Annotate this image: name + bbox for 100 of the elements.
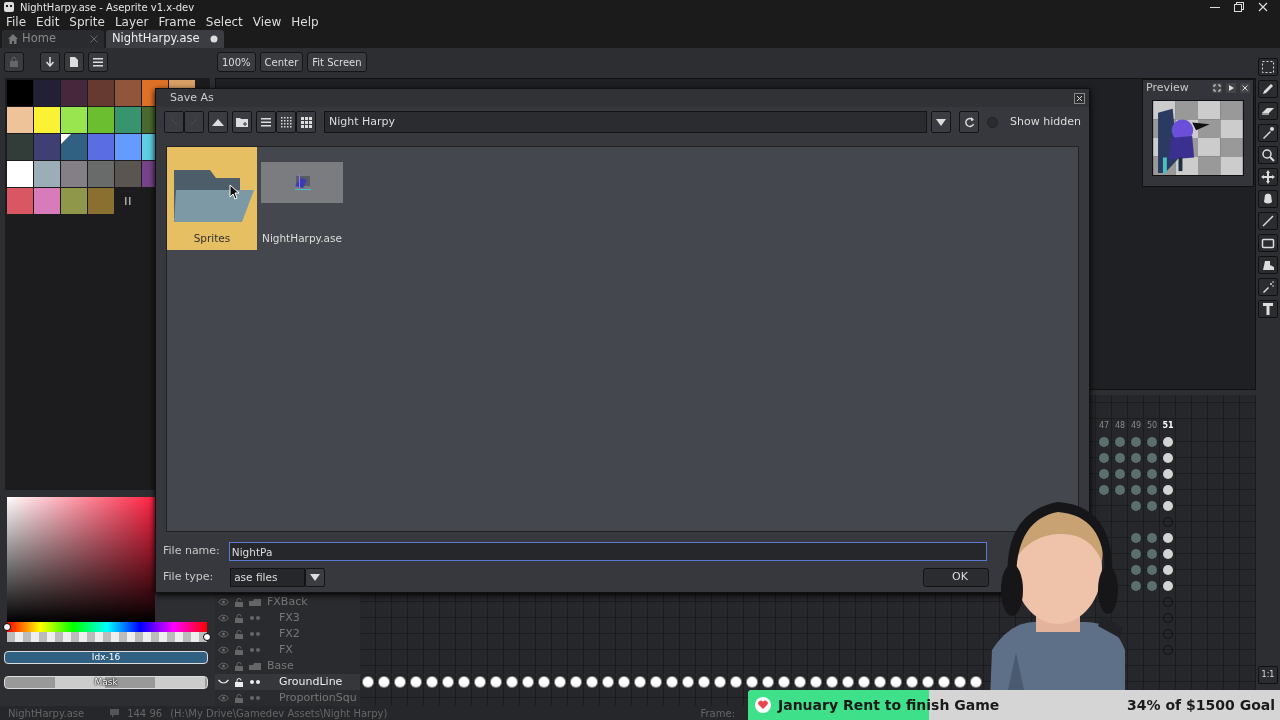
keyframe-dot[interactable] [1163,485,1173,495]
tool-button[interactable] [1258,300,1278,318]
tool-button[interactable] [1258,80,1278,98]
link-dots-icon[interactable] [250,696,260,700]
keyframe-dot[interactable] [1099,485,1109,495]
fullscreen-icon[interactable] [1212,83,1222,93]
tool-button[interactable] [1258,278,1278,296]
zoom-button[interactable]: Center [259,52,304,72]
keyframe-dot[interactable] [683,677,693,687]
lock-icon[interactable] [235,677,243,687]
link-dots-icon[interactable] [250,632,260,636]
keyframe-dot[interactable] [1099,469,1109,479]
maximize-icon[interactable] [1234,2,1244,12]
link-dots-icon[interactable] [250,680,260,684]
keyframe-dot[interactable] [1163,437,1173,447]
color-field[interactable] [7,497,155,622]
file-name-field[interactable]: NightPa [228,542,987,561]
zoom-button[interactable]: Fit Screen [307,52,367,72]
palette-swatch[interactable] [115,161,141,187]
palette-swatch[interactable] [7,107,33,133]
play-icon[interactable] [1226,83,1236,93]
palette-swatch[interactable] [61,107,87,133]
keyframe-dot[interactable] [459,677,469,687]
palette-swatch[interactable] [7,188,33,214]
tool-button[interactable] [1258,58,1278,76]
sprite-entry[interactable]: NightHarpy.ase [257,147,347,250]
keyframe-dot[interactable] [427,677,437,687]
keyframe-dot[interactable] [1131,469,1141,479]
keyframe-dot[interactable] [523,677,533,687]
palette-swatch[interactable] [34,161,60,187]
keyframe-dot[interactable] [507,677,517,687]
menu-item[interactable]: Help [286,14,324,30]
menu-item[interactable]: Frame [153,14,201,30]
keyframe-dot[interactable] [747,677,757,687]
keyframe-dot[interactable] [1147,501,1157,511]
palette-swatch[interactable] [88,107,114,133]
keyframe-dot[interactable] [411,677,421,687]
dropdown-button[interactable] [931,111,952,133]
palette-swatch[interactable] [169,80,195,88]
menu-item[interactable]: Sprite [64,14,110,30]
palette-swatch[interactable] [88,161,114,187]
keyframe-dot[interactable] [859,677,869,687]
keyframe-dot[interactable] [1163,533,1173,543]
keyframe-dot[interactable] [731,677,741,687]
dropdown-button[interactable] [305,568,326,587]
keyframe-dot[interactable] [491,677,501,687]
link-dots-icon[interactable] [250,648,260,652]
keyframe-dot[interactable] [811,677,821,687]
ok-button[interactable]: OK [923,568,989,587]
palette-swatch[interactable] [34,134,60,160]
keyframe-dot[interactable] [571,677,581,687]
keyframe-dot[interactable] [843,677,853,687]
keyframe-dot[interactable] [603,677,613,687]
file-type-dropdown[interactable]: ase files [230,568,306,587]
tool-button[interactable] [1258,190,1278,208]
palette-swatch[interactable] [34,188,60,214]
keyframe-dot[interactable] [475,677,485,687]
palette-swatch[interactable] [88,80,114,106]
palette-swatch[interactable] [34,107,60,133]
slider-thumb[interactable] [3,623,11,631]
slider-thumb[interactable] [203,633,211,641]
folder-entry[interactable]: Sprites [167,147,257,250]
location-dropdown[interactable]: Night Harpy [324,111,928,133]
keyframe-dot[interactable] [1131,565,1141,575]
keyframe-dot[interactable] [1115,453,1125,463]
keyframe-dot[interactable] [971,677,981,687]
frame-number[interactable]: 51 [1160,420,1176,432]
keyframe-dot[interactable] [1147,453,1157,463]
keyframe-dot[interactable] [923,677,933,687]
close-icon[interactable] [1074,92,1085,104]
keyframe-dot[interactable] [1163,501,1173,511]
keyframe-dot[interactable] [443,677,453,687]
keyframe-dot[interactable] [1131,453,1141,463]
keyframe-dot[interactable] [1163,549,1173,559]
keyframe-dot[interactable] [939,677,949,687]
keyframe-dot[interactable] [1115,485,1125,495]
menu-item[interactable]: Layer [109,14,154,30]
menu-item[interactable]: File [1,14,32,30]
zoom-reset-button[interactable]: 1:1 [1258,666,1278,684]
tab[interactable]: Home [2,30,104,48]
large-icons-button[interactable] [296,111,316,133]
link-dots-icon[interactable] [250,616,260,620]
list-view-button[interactable] [256,111,276,133]
keyframe-dot[interactable] [1115,469,1125,479]
small-icons-button[interactable] [276,111,296,133]
down-button[interactable] [40,52,60,72]
keyframe-dot[interactable] [1163,565,1173,575]
palette-swatch[interactable] [61,80,87,106]
frame-number[interactable]: 50 [1144,420,1160,432]
keyframe-dot[interactable] [891,677,901,687]
keyframe-dot[interactable] [1163,453,1173,463]
palette-swatch[interactable] [88,188,114,214]
keyframe-dot[interactable] [955,677,965,687]
resize-grip-icon[interactable] [124,196,132,206]
checkbox[interactable] [987,116,999,128]
menu-button[interactable] [88,52,108,72]
keyframe-dot[interactable] [1131,581,1141,591]
new-folder-button[interactable] [232,111,252,133]
keyframe-dot[interactable] [699,677,709,687]
palette-swatch[interactable] [115,107,141,133]
